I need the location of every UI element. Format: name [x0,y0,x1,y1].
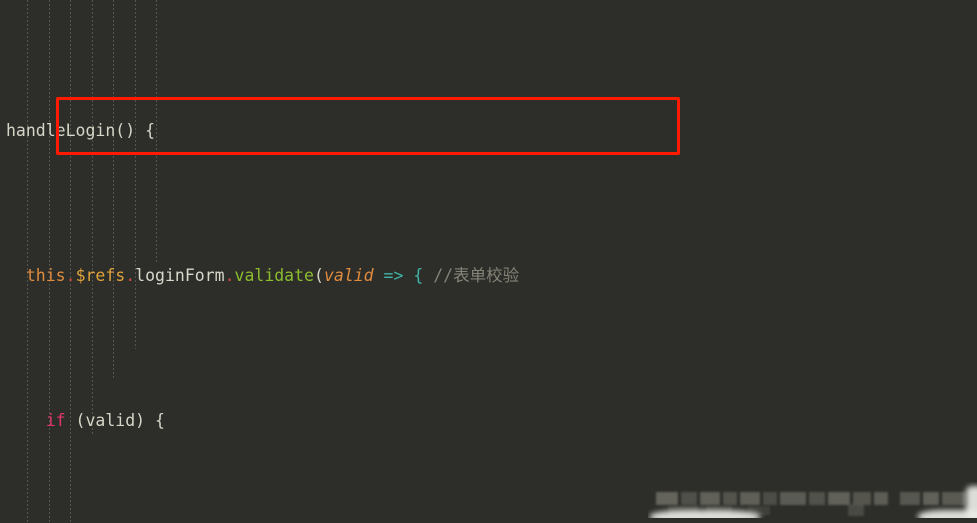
code-block[interactable]: handleLogin() { this.$refs.loginForm.val… [0,0,831,523]
token-dot: . [125,266,136,285]
token-paren: ( [314,266,324,285]
blurred-watermark [648,482,977,518]
token-dot: . [224,266,235,285]
token-function-name: handleLogin() { [6,121,156,140]
token-comment: //表单校验 [433,266,520,285]
token-this: this [25,266,66,285]
token-dot: . [65,266,76,285]
token-loginform: loginForm [135,266,225,285]
token-validate: validate [234,266,314,285]
code-line: this.$refs.loginForm.validate(valid => {… [0,261,831,290]
token-arrow: => { [373,266,434,285]
token-keyword-if: if [45,411,66,430]
code-editor-screenshot: handleLogin() { this.$refs.loginForm.val… [0,0,977,523]
token-condition: (valid) { [65,411,165,430]
code-line: if (valid) { [0,406,831,435]
code-line: handleLogin() { [0,116,831,145]
token-refs: $refs [75,266,126,285]
token-param-valid: valid [323,266,374,285]
